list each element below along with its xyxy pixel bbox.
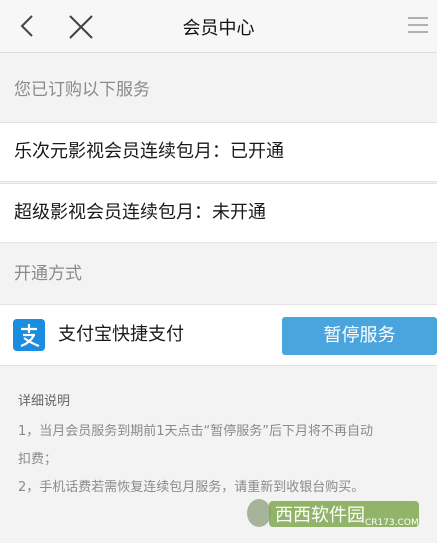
notes-heading: 详细说明 [18, 394, 71, 409]
subscription-item: 超级影视会员连续包月：未开通 [0, 183, 437, 243]
menu-icon[interactable] [407, 14, 429, 36]
watermark-domain: CR173.COM [365, 518, 419, 528]
top-bar: 会员中心 [0, 0, 437, 53]
alipay-icon [13, 319, 45, 351]
notes-section: 详细说明 1，当月会员服务到期前1天点击“暂停服务”后下月将不再自动 扣费； 2… [18, 388, 428, 502]
subscribed-section-label: 您已订购以下服务 [14, 80, 150, 100]
page-title: 会员中心 [182, 18, 255, 39]
watermark-brand: 西西软件园 [275, 505, 365, 526]
payment-method-label: 支付宝快捷支付 [58, 324, 184, 345]
notes-line: 扣费； [18, 452, 58, 467]
method-section-label: 开通方式 [14, 264, 82, 284]
subscription-item: 乐次元影视会员连续包月：已开通 [0, 122, 437, 182]
watermark-logo: 西西软件园 CR173.COM [247, 499, 419, 528]
pause-service-button[interactable]: 暂停服务 [282, 317, 437, 355]
payment-row: 支付宝快捷支付 暂停服务 [0, 304, 437, 366]
notes-line: 1，当月会员服务到期前1天点击“暂停服务”后下月将不再自动 [18, 424, 374, 439]
